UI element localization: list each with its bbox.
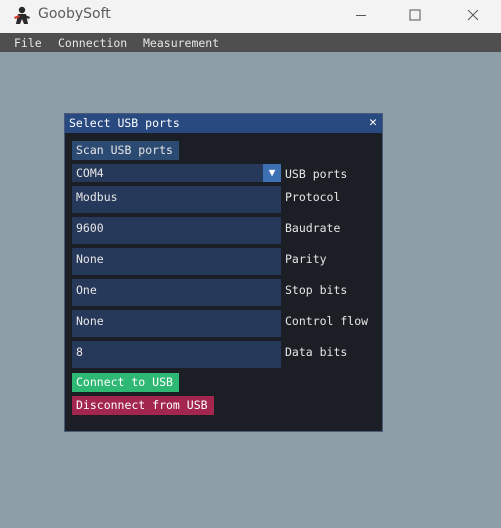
app-logo-icon <box>14 6 30 24</box>
menu-measurement[interactable]: Measurement <box>143 36 219 50</box>
parity-field[interactable]: None <box>72 248 281 275</box>
control-flow-value: None <box>76 314 104 328</box>
baudrate-value: 9600 <box>76 221 104 235</box>
protocol-label: Protocol <box>285 190 341 204</box>
baudrate-field[interactable]: 9600 <box>72 217 281 244</box>
dropdown-arrow-icon[interactable]: ▼ <box>263 164 281 182</box>
data-bits-value: 8 <box>76 345 83 359</box>
usb-port-select[interactable]: COM4 ▼ <box>72 164 281 182</box>
protocol-field[interactable]: Modbus <box>72 186 281 213</box>
control-flow-field[interactable]: None <box>72 310 281 337</box>
close-icon <box>467 9 479 21</box>
usb-port-value: COM4 <box>76 166 104 180</box>
stop-bits-value: One <box>76 283 97 297</box>
dialog-close-icon[interactable]: ✕ <box>369 115 377 131</box>
protocol-value: Modbus <box>76 190 118 204</box>
parity-label: Parity <box>285 252 327 266</box>
maximize-icon <box>409 9 421 21</box>
menu-connection[interactable]: Connection <box>58 36 127 50</box>
stop-bits-field[interactable]: One <box>72 279 281 306</box>
disconnect-usb-button[interactable]: Disconnect from USB <box>72 396 214 415</box>
parity-value: None <box>76 252 104 266</box>
close-window-button[interactable] <box>445 0 501 30</box>
minimize-button[interactable] <box>333 0 389 30</box>
dialog-titlebar[interactable]: Select USB ports ✕ <box>65 114 382 133</box>
data-bits-field[interactable]: 8 <box>72 341 281 368</box>
dialog-title: Select USB ports <box>69 116 180 130</box>
window-title: GoobySoft <box>38 6 111 22</box>
menu-file[interactable]: File <box>14 36 42 50</box>
data-bits-label: Data bits <box>285 345 348 359</box>
scan-usb-ports-button[interactable]: Scan USB ports <box>72 141 179 160</box>
baudrate-label: Baudrate <box>285 221 341 235</box>
usb-ports-dialog: Select USB ports ✕ Scan USB ports COM4 ▼… <box>64 113 383 432</box>
maximize-button[interactable] <box>387 0 443 30</box>
control-flow-label: Control flow <box>285 314 369 328</box>
usb-ports-label: USB ports <box>285 167 348 181</box>
connect-usb-button[interactable]: Connect to USB <box>72 373 179 392</box>
window-titlebar: GoobySoft <box>0 0 501 33</box>
minimize-icon <box>356 15 366 16</box>
menu-bar: File Connection Measurement <box>0 33 501 52</box>
stop-bits-label: Stop bits <box>285 283 348 297</box>
